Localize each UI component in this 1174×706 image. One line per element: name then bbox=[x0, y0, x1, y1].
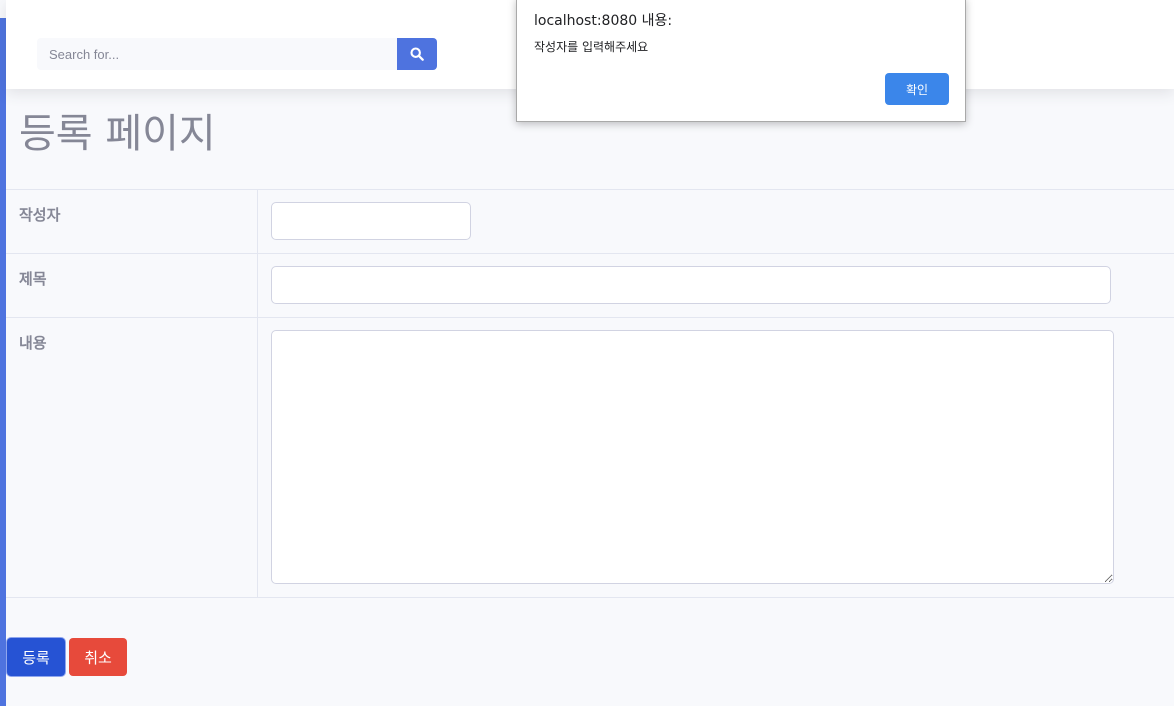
page: 등록 페이지 작성자 제목 내용 등록 취소 localhost:8080 내용… bbox=[0, 0, 1174, 706]
title-label: 제목 bbox=[6, 253, 258, 318]
cancel-button[interactable]: 취소 bbox=[69, 638, 127, 676]
dialog-ok-button[interactable]: 확인 bbox=[885, 73, 949, 105]
content-label: 내용 bbox=[6, 317, 258, 598]
dialog-message: 작성자를 입력해주세요 bbox=[534, 40, 649, 54]
page-title: 등록 페이지 bbox=[19, 111, 216, 157]
search-icon bbox=[410, 47, 424, 61]
form-row-title: 제목 bbox=[6, 253, 1174, 318]
form-row-author: 작성자 bbox=[6, 189, 1174, 254]
author-input[interactable] bbox=[270, 202, 471, 240]
content-textarea[interactable] bbox=[270, 330, 1114, 584]
form-row-content: 내용 bbox=[6, 317, 1174, 598]
dialog-origin: localhost:8080 내용: bbox=[534, 13, 673, 29]
author-label: 작성자 bbox=[6, 189, 258, 254]
search-input[interactable] bbox=[37, 38, 397, 70]
alert-dialog: localhost:8080 내용: 작성자를 입력해주세요 확인 bbox=[516, 0, 966, 122]
search-group bbox=[37, 38, 437, 70]
registration-form: 작성자 제목 내용 bbox=[6, 189, 1174, 598]
title-input[interactable] bbox=[270, 266, 1111, 304]
search-button[interactable] bbox=[397, 38, 437, 70]
form-actions: 등록 취소 bbox=[7, 638, 127, 676]
submit-button[interactable]: 등록 bbox=[7, 638, 65, 676]
